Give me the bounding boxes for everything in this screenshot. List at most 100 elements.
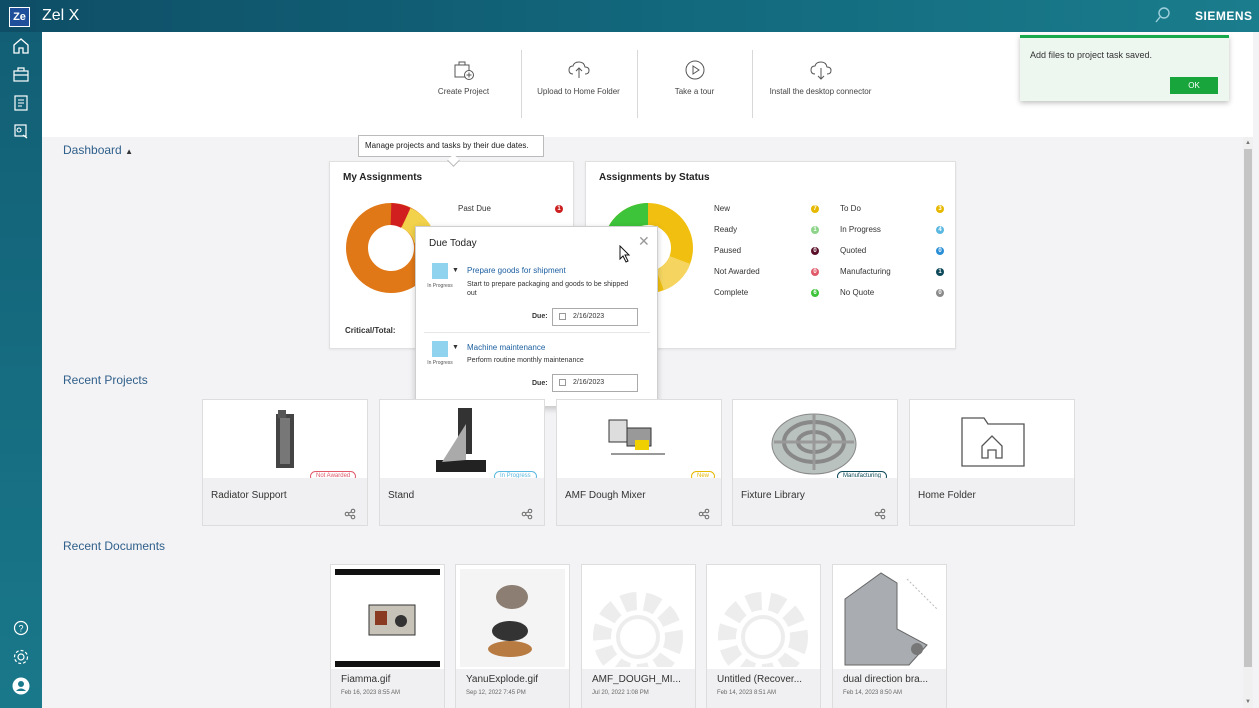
project-card-home-folder[interactable]: Home Folder — [909, 399, 1075, 526]
share-icon[interactable] — [344, 508, 356, 520]
chevron-down-icon[interactable]: ▼ — [452, 267, 459, 274]
legend-to-do: To Do — [840, 204, 861, 213]
in-progress-count: 4 — [936, 226, 944, 234]
document-date: Feb 14, 2023 8:50 AM — [843, 690, 903, 696]
project-footer — [733, 478, 897, 525]
home-icon[interactable] — [11, 36, 31, 56]
document-card[interactable]: AMF_DOUGH_MI... Jul 20, 2022 1:08 PM — [581, 564, 696, 708]
assignments-icon[interactable] — [11, 121, 31, 141]
document-card[interactable]: Fiamma.gif Feb 16, 2023 8:55 AM — [330, 564, 445, 708]
due-date-value: 2/16/2023 — [573, 313, 605, 320]
document-name: AMF_DOUGH_MI... — [592, 674, 681, 685]
search-icon[interactable] — [1154, 6, 1172, 24]
task-status-label: In Progress — [427, 283, 453, 289]
document-name: YanuExplode.gif — [466, 674, 539, 685]
play-icon — [685, 60, 704, 80]
upload-button[interactable]: Upload to Home Folder — [521, 50, 636, 97]
document-card[interactable]: Untitled (Recover... Feb 14, 2023 8:51 A… — [706, 564, 821, 708]
new-count: 7 — [811, 205, 819, 213]
legend-in-progress: In Progress — [840, 225, 881, 234]
manufacturing-count: 1 — [936, 268, 944, 276]
chevron-down-icon[interactable]: ▼ — [452, 344, 459, 351]
not-awarded-count: 0 — [811, 268, 819, 276]
user-icon[interactable] — [11, 676, 31, 696]
document-date: Sep 12, 2022 7:45 PM — [466, 690, 526, 696]
document-name: Untitled (Recover... — [717, 674, 803, 685]
stand-part-image — [436, 408, 486, 472]
left-rail: ? — [0, 32, 42, 708]
task-description: Start to prepare packaging and goods to … — [467, 281, 629, 297]
paused-count: 0 — [811, 247, 819, 255]
scrollbar-thumb[interactable] — [1244, 149, 1252, 667]
install-connector-icon — [809, 61, 832, 80]
project-footer — [203, 478, 367, 525]
project-footer — [557, 478, 721, 525]
project-name: Home Folder — [918, 490, 976, 501]
due-label: Due: — [532, 313, 548, 320]
task-title[interactable]: Machine maintenance — [467, 343, 545, 352]
legend-no-quote: No Quote — [840, 288, 875, 297]
document-date: Feb 14, 2023 8:51 AM — [717, 690, 777, 696]
no-quote-count: 0 — [936, 289, 944, 297]
task-status-label: In Progress — [427, 360, 453, 366]
due-date-field[interactable]: 2/16/2023 — [552, 308, 638, 326]
due-today-title: Due Today — [429, 238, 477, 249]
share-icon[interactable] — [698, 508, 710, 520]
close-icon[interactable]: ✕ — [638, 233, 650, 250]
svg-text:?: ? — [18, 624, 23, 634]
tasks-icon[interactable] — [11, 93, 31, 113]
past-due-count: 1 — [555, 205, 563, 213]
legend-paused: Paused — [714, 246, 742, 255]
project-thumbnail — [910, 400, 1074, 478]
radiator-part-image — [276, 410, 294, 468]
project-card-radiator-support[interactable]: Not Awarded Radiator Support — [202, 399, 368, 526]
project-name: Stand — [388, 490, 415, 501]
create-project-label: Create Project — [437, 87, 490, 96]
dashboard-tooltip: Manage projects and tasks by their due d… — [358, 135, 544, 157]
project-thumbnail — [733, 400, 897, 478]
document-date: Feb 16, 2023 8:55 AM — [341, 690, 401, 696]
create-project-button[interactable]: Create Project — [406, 50, 521, 97]
caret-up-icon: ▲ — [125, 147, 133, 156]
scroll-up-icon[interactable]: ▲ — [1245, 140, 1251, 146]
dashboard-toggle[interactable]: Dashboard ▲ — [63, 143, 133, 157]
recent-documents-label: Recent Documents — [63, 539, 166, 553]
ready-count: 1 — [811, 226, 819, 234]
take-tour-button[interactable]: Take a tour — [637, 50, 752, 97]
due-date-field[interactable]: 2/16/2023 — [552, 374, 638, 392]
legend-complete: Complete — [714, 288, 749, 297]
create-project-icon — [454, 61, 474, 80]
task-divider — [424, 332, 650, 333]
settings-icon[interactable] — [11, 647, 31, 667]
espresso-machine-image — [335, 569, 440, 667]
install-connector-button[interactable]: Install the desktop connector — [763, 50, 878, 97]
brand-logo: SIEMENS — [1195, 9, 1253, 23]
project-name: Fixture Library — [741, 490, 805, 501]
briefcase-icon[interactable] — [11, 65, 31, 85]
legend-ready: Ready — [714, 225, 738, 234]
project-name: Radiator Support — [211, 490, 287, 501]
quoted-count: 0 — [936, 247, 944, 255]
project-card-fixture-library[interactable]: Manufacturing Fixture Library — [732, 399, 898, 526]
scroll-down-icon[interactable]: ▼ — [1245, 699, 1251, 705]
document-name: Fiamma.gif — [341, 674, 391, 685]
task-description: Perform routine monthly maintenance — [467, 357, 584, 364]
app-logo[interactable]: Ze — [9, 7, 30, 27]
project-card-amf-dough-mixer[interactable]: New AMF Dough Mixer — [556, 399, 722, 526]
due-label: Due: — [532, 380, 548, 387]
critical-total-label: Critical/Total: — [345, 326, 396, 335]
document-thumbnail — [837, 569, 942, 667]
project-card-stand[interactable]: In Progress Stand — [379, 399, 545, 526]
gear-placeholder-icon — [593, 592, 683, 667]
task-title[interactable]: Prepare goods for shipment — [467, 266, 566, 275]
project-thumbnail — [380, 400, 544, 478]
share-icon[interactable] — [874, 508, 886, 520]
share-icon[interactable] — [521, 508, 533, 520]
legend-new: New — [714, 204, 731, 213]
project-footer — [380, 478, 544, 525]
ok-button[interactable]: OK — [1170, 77, 1218, 94]
document-card[interactable]: dual direction bra... Feb 14, 2023 8:50 … — [832, 564, 947, 708]
document-card[interactable]: YanuExplode.gif Sep 12, 2022 7:45 PM — [455, 564, 570, 708]
help-icon[interactable]: ? — [11, 618, 31, 638]
gear-placeholder-icon — [718, 592, 808, 667]
